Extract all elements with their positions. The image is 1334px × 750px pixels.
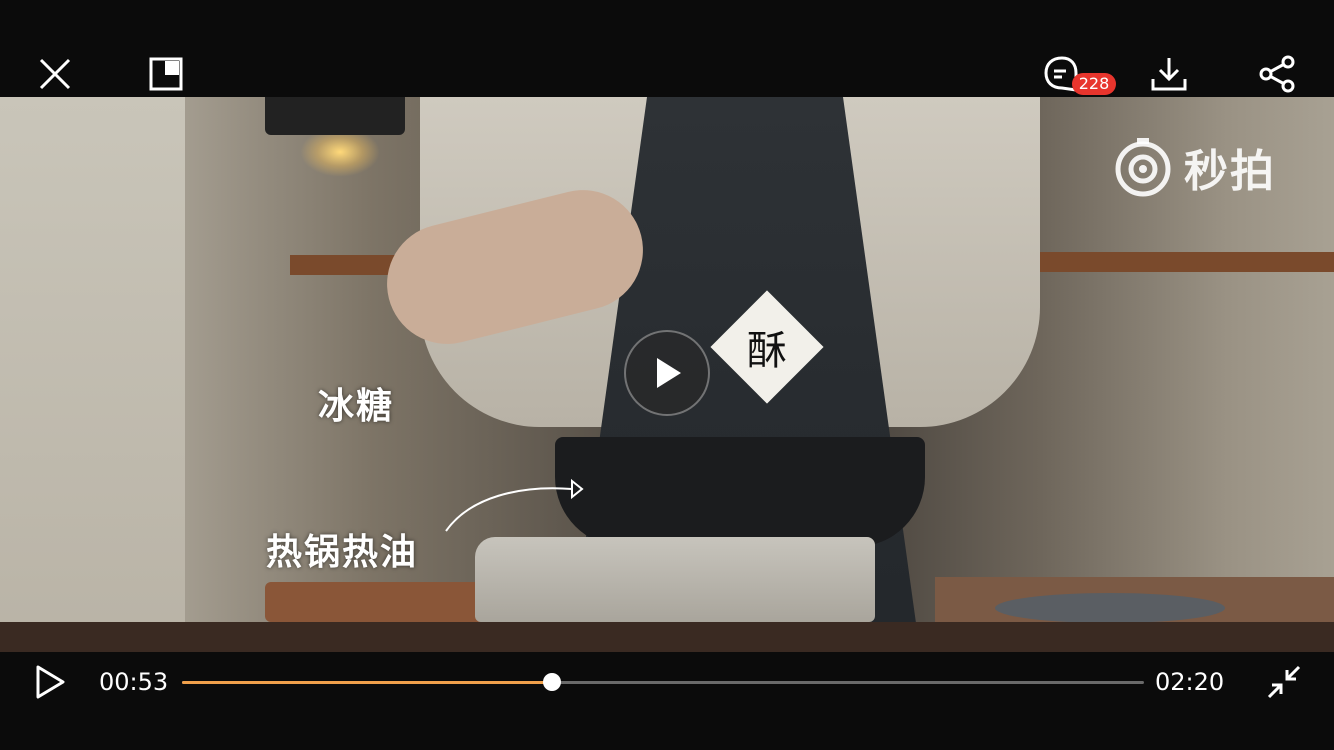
- video-scene-shelf: [1020, 252, 1334, 272]
- apron-sticker-text: 酥: [747, 328, 787, 374]
- progress-fill: [182, 681, 553, 684]
- play-icon: [657, 358, 681, 388]
- miaopai-logo-icon: [1115, 138, 1171, 197]
- video-scene-wall: [0, 97, 185, 652]
- share-button[interactable]: [1255, 52, 1299, 96]
- video-caption-bottom: 热锅热油: [266, 532, 419, 573]
- center-play-button[interactable]: [624, 330, 710, 416]
- close-button[interactable]: [33, 52, 77, 96]
- total-time: 02:20: [1155, 668, 1225, 696]
- watermark: 秒拍: [1112, 135, 1276, 199]
- download-icon: [1151, 58, 1187, 91]
- video-frame[interactable]: 酥 冰糖 热锅热油 秒拍: [0, 97, 1334, 652]
- video-scene-lamp: [265, 97, 405, 135]
- picture-in-picture-icon: [149, 57, 183, 91]
- video-caption-top: 冰糖: [318, 386, 395, 427]
- playback-controls: [0, 652, 1334, 750]
- play-icon: [36, 665, 65, 699]
- watermark-text: 秒拍: [1184, 146, 1276, 197]
- close-icon: [39, 58, 71, 90]
- video-scene-plate: [995, 593, 1225, 623]
- top-bar: [0, 0, 1334, 97]
- video-scene-counter: [0, 622, 1334, 652]
- video-scene-cutting-board: [265, 582, 485, 622]
- progress-track[interactable]: [182, 681, 1144, 684]
- play-button[interactable]: [30, 662, 70, 702]
- download-button[interactable]: [1147, 52, 1191, 96]
- video-scene-pan: [555, 437, 925, 547]
- current-time: 00:53: [99, 668, 169, 696]
- caption-arrow-icon: [445, 478, 584, 532]
- exit-fullscreen-button[interactable]: [1264, 662, 1304, 702]
- exit-fullscreen-icon: [1267, 665, 1301, 699]
- comment-count-badge: 228: [1072, 73, 1116, 95]
- video-scene-stove: [475, 537, 875, 622]
- share-icon: [1259, 55, 1295, 93]
- picture-in-picture-button[interactable]: [144, 52, 188, 96]
